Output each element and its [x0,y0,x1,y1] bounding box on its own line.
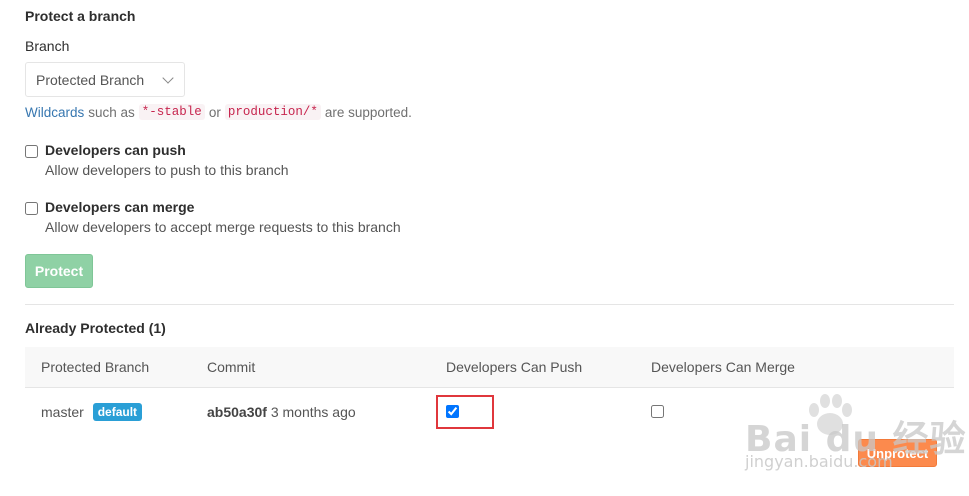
developers-can-merge-checkbox[interactable] [25,202,38,215]
branch-select-value: Protected Branch [36,71,145,88]
row-developers-can-merge-checkbox[interactable] [651,405,664,418]
already-protected-title: Already Protected (1) [25,320,166,336]
developers-can-push-option: Developers can push Allow developers to … [25,142,289,178]
commit-time: 3 months ago [270,404,356,420]
commit-sha[interactable]: ab50a30f [207,404,267,420]
wildcards-link[interactable]: Wildcards [25,105,84,120]
highlight-box [436,395,494,429]
code-production: production/* [224,104,321,120]
column-header-commit: Commit [207,359,256,375]
merge-cell [651,405,664,421]
branch-select[interactable]: Protected Branch [25,62,185,97]
protect-button[interactable]: Protect [25,254,93,288]
help-text-or: or [208,104,221,120]
branch-label: Branch [25,38,70,54]
developers-can-push-checkbox[interactable] [25,145,38,158]
developers-can-merge-title: Developers can merge [45,199,195,215]
developers-can-push-description: Allow developers to push to this branch [45,162,289,178]
help-text-supported: are supported. [324,104,412,120]
default-badge: default [92,403,143,421]
commit-cell: ab50a30f 3 months ago [207,404,356,420]
column-header-developers-can-push: Developers Can Push [446,359,583,375]
developers-can-merge-option: Developers can merge Allow developers to… [25,199,401,235]
branch-name[interactable]: master [41,404,84,420]
developers-can-merge-description: Allow developers to accept merge request… [45,219,401,235]
chevron-down-icon [162,71,174,84]
watermark-url: jingyan.baidu.com [745,452,893,471]
table-header: Protected Branch Commit Developers Can P… [25,347,954,388]
column-header-protected-branch: Protected Branch [41,359,150,375]
wildcards-help: Wildcards such as *-stable or production… [25,104,412,120]
section-divider [25,304,954,305]
developers-can-push-title: Developers can push [45,142,186,158]
code-stable: *-stable [138,104,205,120]
help-text-such-as: such as [88,104,135,120]
branch-cell: master default [41,403,143,422]
column-header-developers-can-merge: Developers Can Merge [651,359,795,375]
protect-branch-title: Protect a branch [25,8,136,24]
